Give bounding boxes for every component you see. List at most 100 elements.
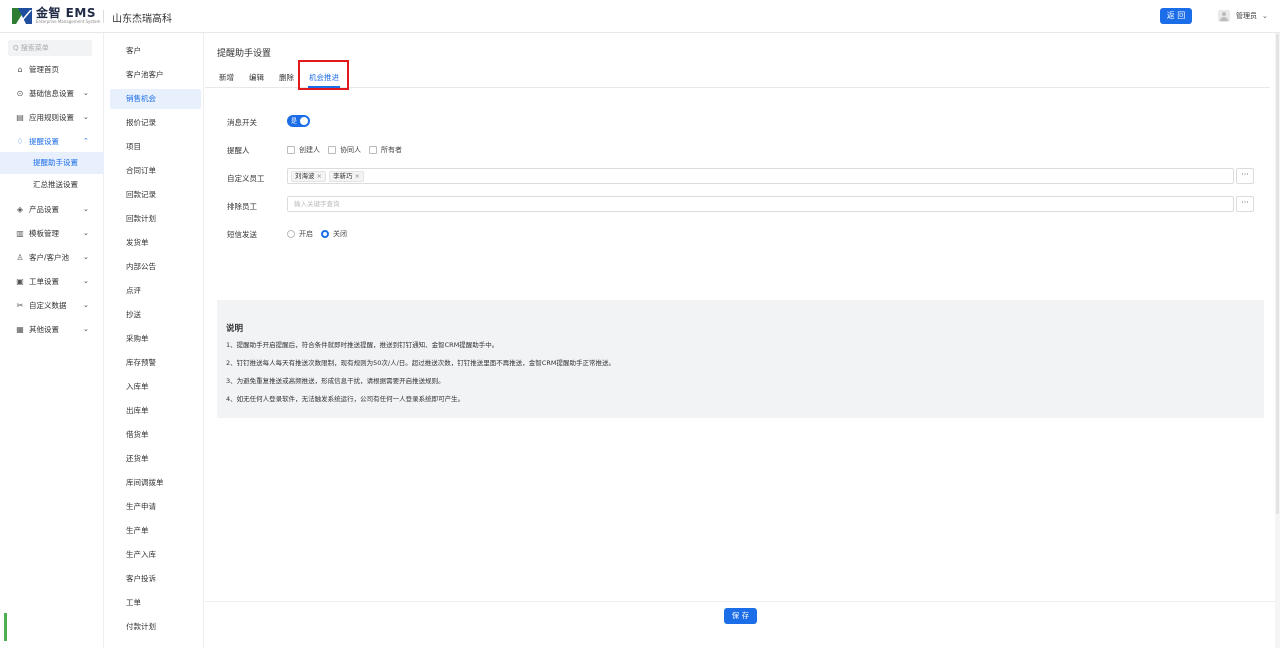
sidebar-item-basic-info[interactable]: ⊙ 基础信息设置 ⌄: [0, 81, 104, 105]
tab-delete[interactable]: 删除: [279, 72, 294, 83]
sidebar-subitem-reminder-assistant[interactable]: 提醒助手设置: [0, 152, 104, 174]
sidebar-item-label: 应用规则设置: [29, 112, 74, 122]
custom-employees-field[interactable]: 刘海波 × 李新巧 ×: [287, 168, 1234, 184]
box-icon: ◈: [16, 204, 24, 214]
page-title: 提醒助手设置: [217, 49, 272, 59]
module-nav-item[interactable]: 库间调拨单: [110, 473, 201, 493]
employee-tag[interactable]: 刘海波 ×: [291, 171, 326, 182]
exclude-employees-input[interactable]: 输入关键字查询: [287, 196, 1234, 212]
sidebar-item-label: 提醒设置: [29, 136, 59, 146]
module-nav-item[interactable]: 生产申请: [110, 497, 201, 517]
logo[interactable]: 金智 EMS Enterprise Management System: [12, 7, 100, 24]
sidebar-item-label: 产品设置: [29, 204, 59, 214]
sidebar-item-home[interactable]: ⌂ 管理首页: [0, 57, 104, 81]
sms-on-radio[interactable]: [287, 230, 295, 238]
tag-label: 刘海波: [295, 172, 315, 180]
chevron-down-icon: ⌄: [83, 301, 89, 309]
collaborator-checkbox-label: 协同人: [340, 146, 361, 154]
module-nav: 客户客户池客户销售机会报价记录项目合同订单回款记录回款计划发货单内部公告点评抄送…: [104, 33, 204, 648]
note-line: 4、如无任何人登录软件，无法触发系统运行，公司有任何一人登录系统即可产生。: [226, 395, 465, 403]
module-nav-item[interactable]: 内部公告: [110, 257, 201, 277]
sidebar-item-label: 工单设置: [29, 276, 59, 286]
module-nav-item[interactable]: 客户: [110, 41, 201, 61]
sidebar-item-reminders[interactable]: ♢ 提醒设置 ⌃: [0, 129, 104, 153]
chevron-down-icon: ⌄: [83, 253, 89, 261]
notes-title: 说明: [226, 324, 244, 334]
module-nav-item[interactable]: 出库单: [110, 401, 201, 421]
sms-off-radio[interactable]: [321, 230, 329, 238]
tab-edit[interactable]: 编辑: [249, 72, 264, 83]
close-icon[interactable]: ×: [317, 172, 322, 180]
settings-icon: ⊙: [16, 88, 24, 98]
module-nav-item[interactable]: 回款计划: [110, 209, 201, 229]
employee-tag[interactable]: 李新巧 ×: [329, 171, 364, 182]
sidebar-item-app-rules[interactable]: ▤ 应用规则设置 ⌄: [0, 105, 104, 129]
sidebar-item-work-orders[interactable]: ▣ 工单设置 ⌄: [0, 269, 104, 293]
sidebar-subitem-summary-push[interactable]: 汇总推送设置: [0, 174, 104, 196]
chevron-down-icon: ⌄: [1262, 12, 1268, 20]
save-button[interactable]: 保 存: [724, 608, 757, 624]
footer-divider: [205, 601, 1275, 602]
module-nav-item[interactable]: 销售机会: [110, 89, 201, 109]
module-nav-item[interactable]: 生产入库: [110, 545, 201, 565]
module-nav-item[interactable]: 库存预警: [110, 353, 201, 373]
module-nav-item[interactable]: 入库单: [110, 377, 201, 397]
logo-title: 金智 EMS: [36, 6, 96, 20]
tab-add[interactable]: 新增: [219, 72, 234, 83]
module-nav-item[interactable]: 采购单: [110, 329, 201, 349]
logo-subtitle: Enterprise Management System: [36, 19, 101, 24]
module-nav-item[interactable]: 工单: [110, 593, 201, 613]
user-menu[interactable]: 管理员 ⌄: [1218, 10, 1268, 22]
toggle-knob: [300, 117, 308, 125]
document-icon: ▤: [16, 112, 24, 122]
owner-checkbox[interactable]: [369, 146, 377, 154]
message-toggle[interactable]: 是: [287, 115, 310, 127]
sidebar: Q 搜索菜单 ⌂ 管理首页 ⊙ 基础信息设置 ⌄ ▤ 应用规则设置 ⌄ ♢ 提醒…: [0, 33, 104, 648]
toggle-text: 是: [291, 118, 298, 125]
user-name: 管理员: [1236, 12, 1257, 20]
chevron-up-icon: ⌃: [83, 137, 89, 145]
top-bar: 金智 EMS Enterprise Management System 山东杰瑞…: [0, 0, 1280, 33]
module-nav-item[interactable]: 项目: [110, 137, 201, 157]
sms-on-label: 开启: [299, 230, 313, 238]
creator-checkbox[interactable]: [287, 146, 295, 154]
tag-label: 李新巧: [333, 172, 353, 180]
module-nav-item[interactable]: 生产单: [110, 521, 201, 541]
sidebar-item-custom-data[interactable]: ✂ 自定义数据 ⌄: [0, 293, 104, 317]
module-nav-item[interactable]: 客户池客户: [110, 65, 201, 85]
chevron-down-icon: ⌄: [83, 89, 89, 97]
module-nav-item[interactable]: 付款计划: [110, 617, 201, 637]
close-icon[interactable]: ×: [355, 172, 360, 180]
module-nav-item[interactable]: 发货单: [110, 233, 201, 253]
module-nav-item[interactable]: 合同订单: [110, 161, 201, 181]
bell-icon: ♢: [16, 136, 24, 146]
module-nav-item[interactable]: 回款记录: [110, 185, 201, 205]
menu-search-input[interactable]: Q 搜索菜单: [8, 40, 92, 56]
sidebar-item-products[interactable]: ◈ 产品设置 ⌄: [0, 197, 104, 221]
sidebar-item-customers[interactable]: ♙ 客户/客户池 ⌄: [0, 245, 104, 269]
header-divider: [103, 10, 104, 23]
module-nav-item[interactable]: 还货单: [110, 449, 201, 469]
notes-panel: 说明 1、提醒助手开启提醒后，符合条件就即时推送提醒，推送到钉钉通知、金智CRM…: [217, 300, 1264, 418]
back-button[interactable]: 返 回: [1160, 8, 1192, 24]
collaborator-checkbox[interactable]: [328, 146, 336, 154]
module-nav-item[interactable]: 借货单: [110, 425, 201, 445]
status-indicator: [4, 613, 7, 641]
select-employees-button[interactable]: ···: [1236, 168, 1254, 184]
switch-label: 消息开关: [227, 118, 257, 127]
scrollbar-thumb[interactable]: [1276, 34, 1279, 514]
select-excluded-button[interactable]: ···: [1236, 196, 1254, 212]
module-nav-item[interactable]: 点评: [110, 281, 201, 301]
module-nav-item[interactable]: 客户投诉: [110, 569, 201, 589]
company-name: 山东杰瑞高科: [112, 14, 172, 25]
tools-icon: ✂: [16, 300, 24, 310]
custom-employees-label: 自定义员工: [227, 174, 265, 183]
module-nav-item[interactable]: 抄送: [110, 305, 201, 325]
note-line: 3、为避免重复推送或高频推送，形成信息干扰，请根据需要开启推送规则。: [226, 377, 445, 385]
home-icon: ⌂: [17, 64, 23, 74]
sms-off-label: 关闭: [333, 230, 347, 238]
sidebar-item-label: 客户/客户池: [29, 252, 70, 262]
sidebar-item-templates[interactable]: ▥ 模板管理 ⌄: [0, 221, 104, 245]
module-nav-item[interactable]: 报价记录: [110, 113, 201, 133]
sidebar-item-other-settings[interactable]: ▦ 其他设置 ⌄: [0, 317, 104, 341]
